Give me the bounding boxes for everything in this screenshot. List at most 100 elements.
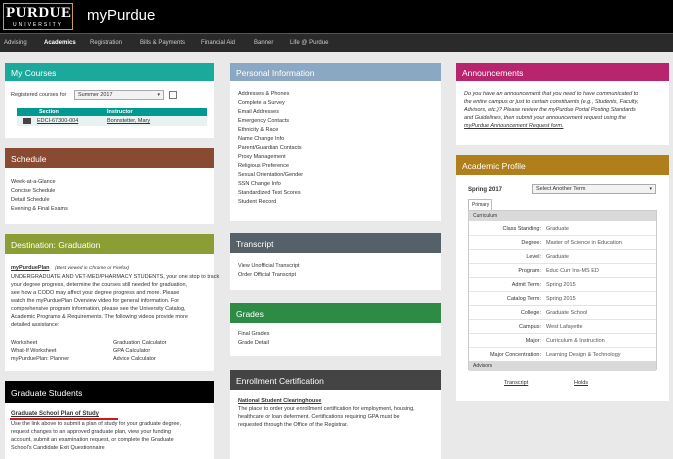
pi-link[interactable]: Name Change Info xyxy=(238,136,284,142)
pi-link[interactable]: Emergency Contacts xyxy=(238,118,289,124)
nav-registration[interactable]: Registration xyxy=(90,40,122,46)
destination-line: watch the myPurduePlan Overview video fo… xyxy=(11,298,180,304)
destination-line: UNDERGRADUATE AND VET-MED/PHARMACY STUDE… xyxy=(11,274,220,280)
pi-link[interactable]: Email Addresses xyxy=(238,109,279,115)
field-label: Level: xyxy=(526,254,541,260)
table-row: EDCI-67300-004 Bonnstetter, Mary xyxy=(17,116,207,126)
final-grades-link[interactable]: Final Grades xyxy=(238,331,270,337)
chevron-down-icon: ▾ xyxy=(649,186,652,192)
announcement-request-link[interactable]: myPurdue Announcement Request form. xyxy=(464,123,563,129)
calendar-icon[interactable] xyxy=(169,91,177,99)
academic-profile-title: Academic Profile xyxy=(456,155,669,175)
pi-link[interactable]: Ethnicity & Race xyxy=(238,127,278,133)
transcript-title: Transcript xyxy=(230,233,441,253)
nav-life-at-purdue[interactable]: Life @ Purdue xyxy=(290,40,328,46)
clearinghouse-link[interactable]: National Student Clearinghouse xyxy=(238,398,321,404)
logo-subtitle: UNIVERSITY xyxy=(12,22,63,28)
field-value: Educ Curr Ins-MS ED xyxy=(546,268,599,274)
profile-transcript-link[interactable]: Transcript xyxy=(504,380,528,386)
announcement-line: the entire campus or just to certain con… xyxy=(464,99,639,105)
official-transcript-link[interactable]: Order Official Transcript xyxy=(238,272,296,278)
enrollment-title: Enrollment Certification xyxy=(230,370,441,390)
col-instructor: Instructor xyxy=(107,109,133,115)
field-label: Class Standing: xyxy=(502,226,541,232)
graduate-line: request changes to an approved graduate … xyxy=(11,429,171,435)
field-label: Campus: xyxy=(518,324,541,330)
announcement-line: Advisors, etc.)? Please review the myPur… xyxy=(464,107,636,113)
graduate-line: Use the link above to submit a plan of s… xyxy=(11,421,181,427)
nav-banner[interactable]: Banner xyxy=(254,40,273,46)
pi-link[interactable]: Addresses & Phones xyxy=(238,91,289,97)
pi-link[interactable]: Sexual Orientation/Gender xyxy=(238,172,303,178)
grade-detail-link[interactable]: Grade Detail xyxy=(238,340,269,346)
nav-financial-aid[interactable]: Financial Aid xyxy=(201,40,235,46)
select-term-value: Select Another Term xyxy=(536,186,586,192)
schedule-link-detail[interactable]: Detail Schedule xyxy=(11,197,50,203)
what-if-link[interactable]: What-If Worksheet xyxy=(11,348,56,354)
schedule-link-week[interactable]: Week-at-a-Glance xyxy=(11,179,56,185)
grades-panel: Grades Final Grades Grade Detail xyxy=(230,303,441,356)
pi-link[interactable]: SSN Change Info xyxy=(238,181,281,187)
worksheet-link[interactable]: Worksheet xyxy=(11,340,37,346)
field-label: Degree: xyxy=(521,240,541,246)
plan-of-study-link[interactable]: Graduate School Plan of Study xyxy=(11,411,99,417)
pi-link[interactable]: Proxy Management xyxy=(238,154,286,160)
profile-holds-link[interactable]: Holds xyxy=(574,380,588,386)
main-nav: Advising Academics Registration Bills & … xyxy=(0,33,673,52)
advisors-header: Advisors xyxy=(469,361,656,371)
nav-bills-payments[interactable]: Bills & Payments xyxy=(140,40,185,46)
field-value: Spring 2015 xyxy=(546,296,576,302)
schedule-link-concise[interactable]: Concise Schedule xyxy=(11,188,55,194)
field-value: West Lafayette xyxy=(546,324,583,330)
graduate-line: account, submit an examination request, … xyxy=(11,437,174,443)
field-label: Major: xyxy=(525,338,541,344)
tab-primary-label: Primary xyxy=(472,202,490,208)
my-courses-panel: My Courses Registered courses for Summer… xyxy=(5,63,214,138)
enrollment-line: The place to order your enrollment certi… xyxy=(238,406,415,412)
term-select[interactable]: Summer 2017 ▾ xyxy=(74,90,164,100)
logo-wordmark: PURDUE xyxy=(6,5,72,21)
pi-link[interactable]: Religious Preference xyxy=(238,163,289,169)
graduate-students-panel: Graduate Students Graduate School Plan o… xyxy=(5,381,214,459)
pi-link[interactable]: Student Record xyxy=(238,199,276,205)
select-term-dropdown[interactable]: Select Another Term ▾ xyxy=(532,184,656,194)
course-section-link[interactable]: EDCI-67300-004 xyxy=(37,118,78,124)
destination-graduation-panel: Destination: Graduation myPurduePlan (Be… xyxy=(5,234,219,371)
pi-link[interactable]: Standardized Test Scores xyxy=(238,190,301,196)
personal-info-panel: Personal Information Addresses & Phones … xyxy=(230,63,441,221)
nav-academics[interactable]: Academics xyxy=(44,40,76,46)
schedule-panel: Schedule Week-at-a-Glance Concise Schedu… xyxy=(5,148,214,224)
enrollment-panel: Enrollment Certification National Studen… xyxy=(230,370,441,459)
purdue-logo[interactable]: PURDUE UNIVERSITY xyxy=(3,3,73,30)
instructor-link[interactable]: Bonnstetter, Mary xyxy=(107,118,150,124)
profile-term: Spring 2017 xyxy=(468,187,503,193)
field-value: Graduate xyxy=(546,226,569,232)
chevron-down-icon: ▾ xyxy=(157,92,160,98)
planner-link[interactable]: myPurduePlan: Planner xyxy=(11,356,69,362)
term-select-value: Summer 2017 xyxy=(78,92,113,98)
schedule-title: Schedule xyxy=(5,148,214,168)
field-label: Catalog Term: xyxy=(506,296,541,302)
graduate-students-title: Graduate Students xyxy=(5,381,214,403)
destination-line: comprehensive program information, pleas… xyxy=(11,306,186,312)
announcement-line: Do you have an announcement that you nee… xyxy=(464,91,639,97)
nav-advising[interactable]: Advising xyxy=(4,40,27,46)
announcement-line: and Guidelines, then submit your announc… xyxy=(464,115,627,121)
advice-calculator-link[interactable]: Advice Calculator xyxy=(113,356,156,362)
divider xyxy=(469,347,656,348)
pi-link[interactable]: Complete a Survey xyxy=(238,100,285,106)
field-label: College: xyxy=(520,310,541,316)
field-value: Master of Science in Education xyxy=(546,240,622,246)
academic-profile-panel: Academic Profile Spring 2017 Select Anot… xyxy=(456,155,669,401)
divider xyxy=(469,249,656,250)
unofficial-transcript-link[interactable]: View Unofficial Transcript xyxy=(238,263,300,269)
mypurdueplan-link[interactable]: myPurduePlan xyxy=(11,265,50,271)
pi-link[interactable]: Parent/Guardian Contacts xyxy=(238,145,302,151)
tab-primary[interactable]: Primary xyxy=(468,199,492,210)
gpa-calculator-link[interactable]: GPA Calculator xyxy=(113,348,150,354)
graduation-calculator-link[interactable]: Graduation Calculator xyxy=(113,340,167,346)
field-label: Admit Term: xyxy=(511,282,541,288)
divider xyxy=(469,263,656,264)
divider xyxy=(469,305,656,306)
schedule-link-exams[interactable]: Evening & Final Exams xyxy=(11,206,68,212)
